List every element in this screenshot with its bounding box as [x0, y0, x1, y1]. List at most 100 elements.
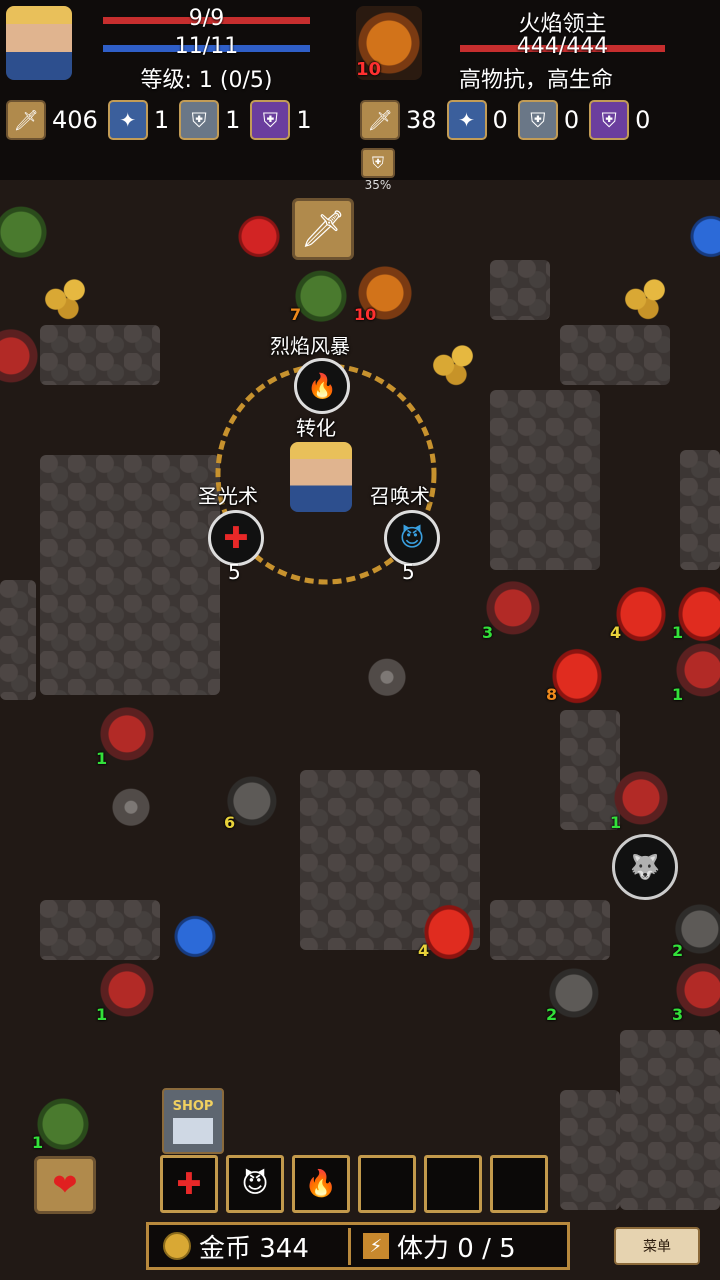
plant-monster[interactable]: 1	[32, 1090, 94, 1152]
skill-top-label: 烈焰风暴	[270, 334, 350, 358]
spider-monster[interactable]: 4	[610, 580, 672, 642]
monster-level: 8	[546, 685, 558, 704]
hero-defense: 1	[225, 106, 241, 134]
wolf-monster[interactable]: 6	[224, 770, 286, 832]
defense-badge-text: 35%	[364, 178, 392, 192]
skill-center-label: 转化	[296, 416, 336, 440]
rock-wall	[40, 900, 160, 960]
gold-amount: 金币 344	[199, 1233, 309, 1264]
demon-monster[interactable]	[0, 328, 42, 390]
unit-marker[interactable]: 🐺	[612, 834, 678, 900]
demon-monster[interactable]: 3	[482, 580, 544, 642]
hotbar-slot-5[interactable]	[424, 1155, 482, 1213]
monster-level: 1	[672, 685, 684, 704]
holy-light-skill[interactable]: ✚	[208, 510, 264, 566]
spider-monster[interactable]: 1	[672, 580, 720, 642]
monster-level: 1	[32, 1133, 44, 1152]
attack-icon: 🗡	[360, 100, 400, 140]
demon-monster[interactable]: 3	[672, 962, 720, 1024]
shop-window-icon	[173, 1117, 213, 1144]
shop-building[interactable]: SHOP	[162, 1088, 224, 1154]
game-board[interactable]: 🗡 7 10 3 4 1 8 1 1 6 1 🐺 4 2 1 2 3 1 SHO…	[0, 0, 720, 1280]
shop-sign: SHOP	[172, 1098, 214, 1114]
gold-pile[interactable]	[34, 262, 96, 324]
hero-sprite	[290, 442, 352, 512]
target-portrait[interactable]: 10	[356, 6, 422, 80]
rock-wall	[560, 325, 670, 385]
fire-lord-monster[interactable]: 10	[354, 262, 416, 324]
magic-icon: ✦	[107, 100, 148, 140]
plant-monster[interactable]	[0, 198, 52, 260]
magic-icon: ✦	[446, 100, 487, 140]
sword-item[interactable]: 🗡	[292, 198, 354, 260]
lightning-icon: ⚡	[363, 1233, 389, 1259]
rock-wall	[40, 325, 160, 385]
spider-monster[interactable]: 4	[418, 898, 480, 960]
spider-monster[interactable]: 8	[546, 642, 608, 704]
blue-potion[interactable]	[680, 198, 720, 260]
hero-portrait[interactable]	[6, 6, 72, 80]
vortex-trap[interactable]	[100, 770, 162, 832]
target-level: 10	[356, 59, 382, 80]
skill-right-cost: 5	[402, 560, 415, 584]
wolf-monster[interactable]: 2	[546, 962, 608, 1024]
plant-monster[interactable]: 7	[290, 262, 352, 324]
hero-hp-text: 9/9	[188, 6, 225, 31]
fire-storm-skill[interactable]: 🔥	[294, 358, 350, 414]
monster-level: 7	[290, 305, 302, 324]
hero-attack: 406	[52, 106, 98, 134]
rock-wall	[490, 260, 550, 320]
wolf-monster[interactable]: 2	[672, 898, 720, 960]
monster-level: 6	[224, 813, 236, 832]
heart-button[interactable]: ❤	[34, 1156, 96, 1214]
gold-counter: 金币 344	[163, 1227, 351, 1265]
target-hp-text: 444/444	[516, 34, 609, 59]
fire-icon: 🔥	[307, 372, 337, 400]
hotbar-slot-3[interactable]: 🔥	[292, 1155, 350, 1213]
holy-cross-icon: ✚	[223, 520, 249, 556]
rock-wall	[0, 580, 36, 700]
top-hud: 9/9 11/11 等级: 1 (0/5) 🗡 406 ✦ 1 ⛨ 1 ⛨ 1 10 火…	[0, 0, 720, 192]
defense-icon: ⛨	[517, 100, 558, 140]
menu-button[interactable]: 菜单	[614, 1227, 700, 1265]
skill-right-label: 召唤术	[370, 484, 430, 508]
target-defense: 0	[563, 106, 580, 134]
monster-level: 1	[96, 749, 108, 768]
rock-wall	[40, 455, 220, 695]
hotbar-slot-2[interactable]: 😈	[226, 1155, 284, 1213]
attack-icon: 🗡	[6, 100, 46, 140]
target-magic: 0	[492, 106, 508, 134]
monster-level: 3	[482, 623, 494, 642]
hero-stats: 🗡 406 ✦ 1 ⛨ 1 ⛨ 1	[6, 100, 322, 140]
skill-left-label: 圣光术	[198, 484, 258, 508]
monster-level: 1	[610, 813, 622, 832]
hotbar-slot-1[interactable]: ✚	[160, 1155, 218, 1213]
monster-level: 1	[672, 623, 684, 642]
monster-level: 4	[610, 623, 622, 642]
coin-icon	[163, 1232, 191, 1260]
hero-magic-defense: 1	[296, 106, 312, 134]
rock-wall	[490, 900, 610, 960]
hero-mp-text: 11/11	[174, 34, 239, 59]
target-magic-defense: 0	[635, 106, 651, 134]
hotbar-slot-4[interactable]	[358, 1155, 416, 1213]
demon-monster[interactable]: 1	[672, 642, 720, 704]
rock-wall	[560, 1090, 620, 1210]
resource-bar: 金币 344 ⚡ 体力 0 / 5	[146, 1222, 570, 1270]
demon-monster[interactable]: 1	[610, 770, 672, 832]
summon-skill[interactable]: 😈	[384, 510, 440, 566]
demon-monster[interactable]: 1	[96, 962, 158, 1024]
hero-avatar[interactable]	[290, 442, 352, 512]
demon-monster[interactable]: 1	[96, 706, 158, 768]
blue-potion[interactable]	[164, 898, 226, 960]
red-potion[interactable]	[228, 198, 290, 260]
magic-defense-icon: ⛨	[589, 100, 630, 140]
defense-icon: ⛨	[179, 100, 220, 140]
gold-pile[interactable]	[614, 262, 676, 324]
hotbar-slot-6[interactable]	[490, 1155, 548, 1213]
shield-icon: ⛨	[361, 148, 395, 178]
fire-icon: 🔥	[304, 1169, 338, 1199]
vortex-trap[interactable]	[356, 640, 418, 702]
monster-level: 1	[96, 1005, 108, 1024]
target-stats: 🗡 38 ✦ 0 ⛨ 0 ⛨ 0	[360, 100, 660, 140]
